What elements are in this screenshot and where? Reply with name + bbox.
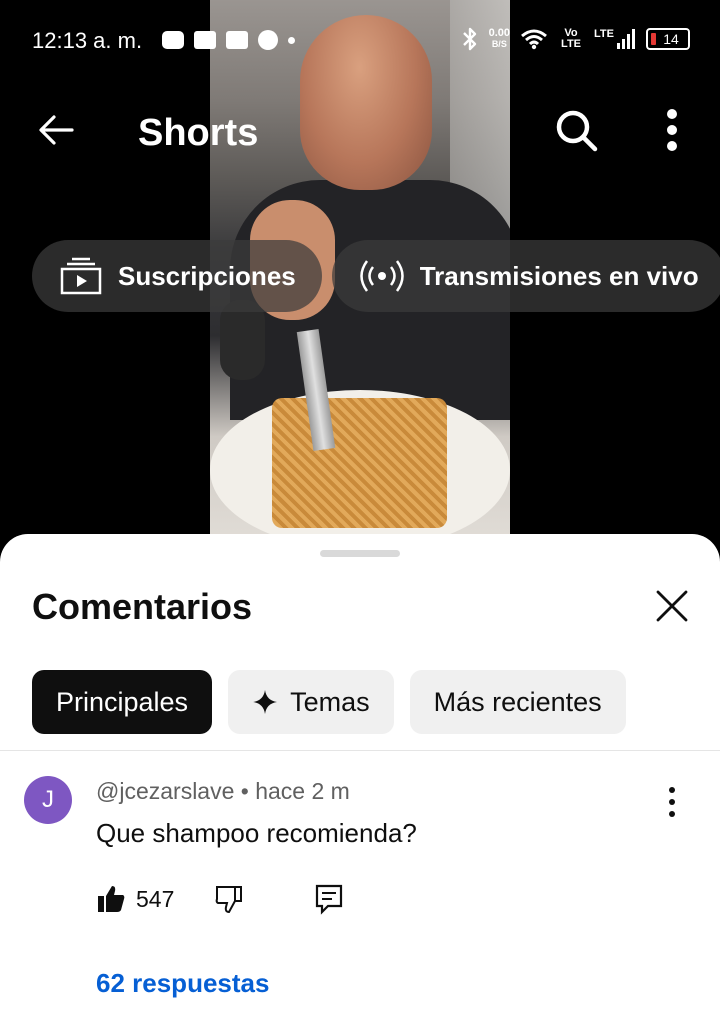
- net-speed: 0.00 B/S: [489, 28, 510, 50]
- sparkle-icon: [253, 690, 278, 714]
- live-icon: [359, 260, 404, 292]
- subscriptions-icon: [60, 257, 102, 295]
- divider: [0, 750, 720, 751]
- volte-indicator: Vo LTE: [561, 27, 582, 50]
- youtube-notification-icon: [162, 31, 184, 49]
- filter-label: Principales: [56, 686, 189, 717]
- net-speed-value: 0.00: [488, 27, 511, 39]
- chip-label: Suscripciones: [118, 260, 296, 291]
- shorts-feed-chips: Suscripciones Transmisiones en vivo: [32, 240, 720, 312]
- top-nav: Shorts: [0, 90, 720, 170]
- reply-icon[interactable]: [314, 883, 344, 915]
- chip-label: Transmisiones en vivo: [419, 260, 699, 291]
- net-speed-unit: B/S: [491, 39, 507, 49]
- more-options-icon[interactable]: [652, 106, 692, 154]
- video-bracelet: [220, 300, 265, 380]
- search-icon[interactable]: [552, 106, 600, 154]
- comments-title: Comentarios: [32, 586, 253, 627]
- video-food: [272, 398, 447, 528]
- reddit-notification-icon: [258, 30, 278, 50]
- facebook-notification-icon: [194, 31, 216, 49]
- back-arrow-icon[interactable]: [36, 110, 76, 150]
- signal-indicator: LTE: [594, 28, 636, 50]
- thumbs-up-icon: [98, 886, 125, 912]
- filter-top[interactable]: Principales: [32, 670, 213, 734]
- filter-label: Más recientes: [433, 686, 602, 717]
- comment-actions: 547: [96, 882, 344, 916]
- comment-more-icon[interactable]: [656, 784, 688, 820]
- network-type: LTE: [594, 28, 614, 40]
- signal-icon: [617, 29, 635, 49]
- more-notifications-dot-icon: [288, 36, 295, 44]
- comment-filters: Principales Temas Más recientes: [32, 670, 626, 734]
- thumbs-down-icon[interactable]: [214, 884, 244, 914]
- app-notification-icon: [226, 31, 248, 49]
- filter-label: Temas: [290, 686, 370, 717]
- drag-handle[interactable]: [320, 550, 400, 557]
- like-button[interactable]: 547: [96, 884, 174, 914]
- bluetooth-icon: [462, 27, 476, 51]
- replies-link[interactable]: 62 respuestas: [96, 968, 269, 999]
- comment-item: J @jcezarslave • hace 2 m Que shampoo re…: [0, 766, 720, 1012]
- close-icon[interactable]: [652, 586, 692, 626]
- chip-subscriptions[interactable]: Suscripciones: [32, 240, 322, 312]
- avatar-letter: J: [42, 786, 54, 813]
- avatar[interactable]: J: [24, 776, 72, 824]
- status-time: 12:13 a. m.: [32, 28, 143, 53]
- comment-text: Que shampoo recomienda?: [96, 818, 417, 848]
- page-title: Shorts: [138, 112, 259, 154]
- filter-newest[interactable]: Más recientes: [409, 670, 626, 734]
- wifi-icon: [521, 29, 547, 50]
- status-bar: 12:13 a. m. 0.00 B/S Vo LTE LTE 14: [0, 0, 720, 80]
- battery-level: 14: [663, 31, 679, 47]
- comment-meta: @jcezarslave • hace 2 m: [96, 778, 350, 804]
- comments-sheet: Comentarios Principales Temas Más recien…: [0, 534, 720, 1012]
- battery-icon: 14: [646, 28, 690, 50]
- filter-topics[interactable]: Temas: [228, 670, 394, 734]
- like-count: 547: [136, 885, 175, 912]
- chip-live[interactable]: Transmisiones en vivo: [331, 240, 720, 312]
- notification-icons: [162, 30, 295, 50]
- system-icons: 0.00 B/S Vo LTE LTE 14: [461, 26, 690, 52]
